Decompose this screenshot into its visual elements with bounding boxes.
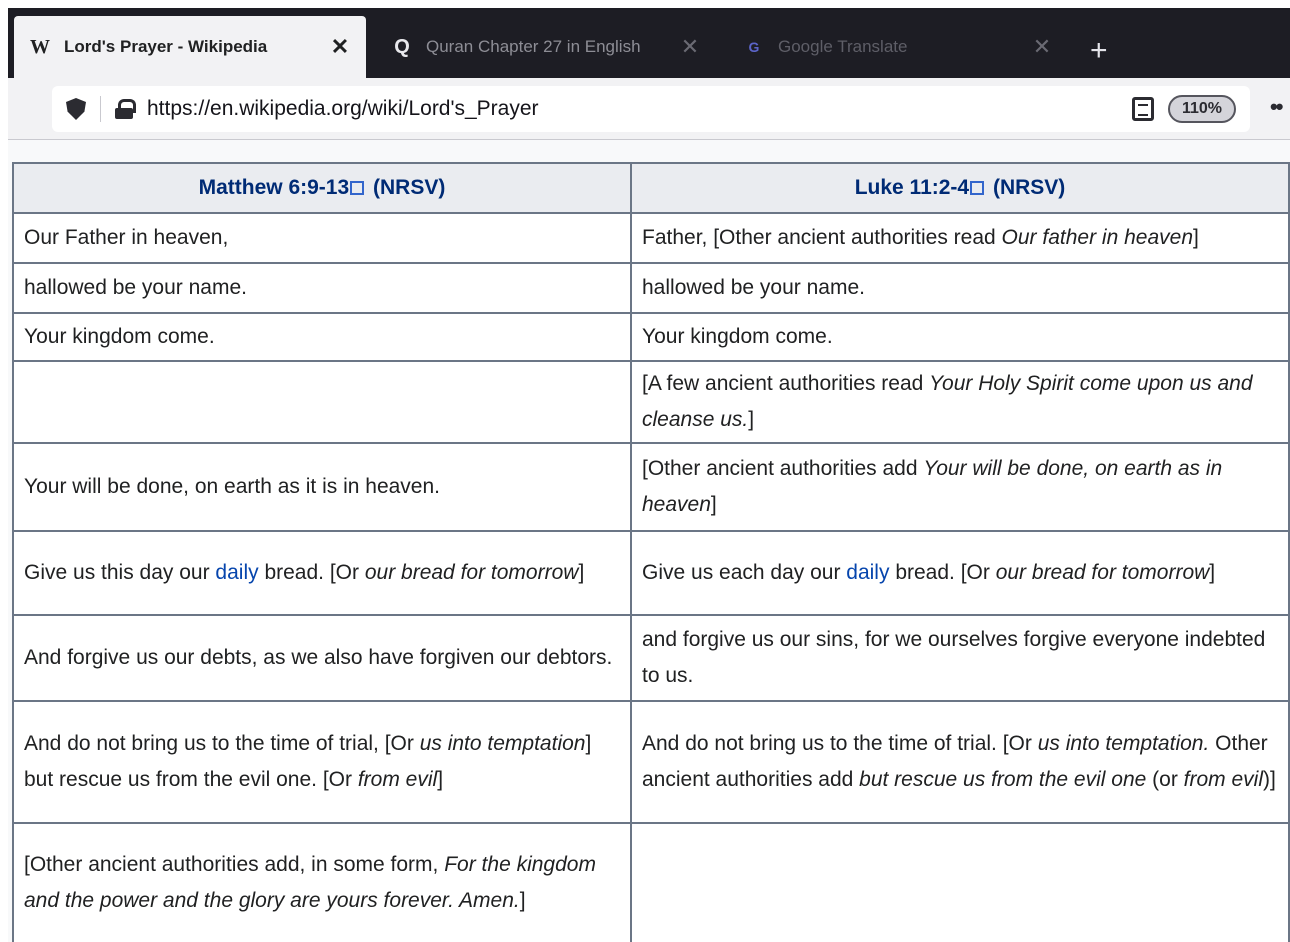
luke-cell: [A few ancient authorities read Your Hol… — [630, 360, 1290, 444]
external-link-icon — [350, 181, 365, 195]
matthew-cell: Your kingdom come. — [12, 312, 632, 362]
cell-text: ] — [710, 493, 717, 516]
matthew-cell: [Other ancient authorities add, in some … — [12, 822, 632, 942]
cell-text: [Other ancient authorities add — [642, 457, 924, 480]
close-icon[interactable]: ✕ — [678, 34, 702, 60]
reader-mode-icon[interactable] — [1131, 97, 1154, 121]
cell-text: ] — [578, 561, 585, 584]
tab-quran[interactable]: Q Quran Chapter 27 in English ✕ — [376, 16, 716, 78]
header-luke: Luke 11:2-4 (NRSV) — [630, 162, 1290, 214]
tab-title: Quran Chapter 27 in English — [426, 37, 641, 56]
table-row: [A few ancient authorities read Your Hol… — [12, 360, 1290, 444]
cell-text: And do not bring us to the time of trial… — [642, 732, 1038, 755]
matthew-cell — [12, 360, 632, 444]
tab-google-translate[interactable]: G Google Translate ✕ — [728, 16, 1068, 78]
table-body: Our Father in heaven, Father, [Other anci… — [12, 212, 1290, 942]
cell-text: hallowed be your name. — [642, 276, 865, 299]
quran-favicon-icon: Q — [394, 35, 410, 58]
url-text[interactable]: https://en.wikipedia.org/wiki/Lord's_Pra… — [147, 97, 1118, 121]
cell-text: Give us each day our — [642, 561, 847, 584]
navigation-bar: https://en.wikipedia.org/wiki/Lord's_Pra… — [8, 78, 1290, 140]
italic-text: our bread for tomorrow — [995, 561, 1210, 584]
close-icon[interactable]: ✕ — [328, 34, 352, 60]
header-matthew-version: (NRSV) — [373, 176, 446, 199]
matthew-cell: hallowed be your name. — [12, 262, 632, 314]
wikipedia-favicon-icon: W — [30, 35, 50, 58]
page-content: Matthew 6:9-13 (NRSV) Luke 11:2-4 (NRSV)… — [8, 140, 1290, 942]
cell-text: Your kingdom come. — [642, 325, 833, 348]
table-row: hallowed be your name. hallowed be your n… — [12, 262, 1290, 314]
header-luke-link[interactable]: Luke 11:2-4 — [855, 176, 969, 199]
italic-text: but rescue us from the evil one — [859, 768, 1147, 791]
cell-text: Give us this day our — [24, 561, 216, 584]
luke-cell: Your kingdom come. — [630, 312, 1290, 362]
header-matthew-link[interactable]: Matthew 6:9-13 — [199, 176, 350, 199]
cell-text: Father, [Other ancient authorities read — [642, 226, 1002, 249]
luke-cell — [630, 822, 1290, 942]
italic-text: us into temptation. — [1037, 732, 1210, 755]
daily-bread-link[interactable]: daily — [215, 561, 258, 584]
cell-text: Your kingdom come. — [24, 325, 215, 348]
table-row: Our Father in heaven, Father, [Other anci… — [12, 212, 1290, 264]
cell-text: [A few ancient authorities read — [642, 372, 930, 395]
lock-icon[interactable] — [115, 99, 136, 119]
cell-text: ] — [1209, 561, 1216, 584]
italic-text: from evil — [357, 768, 438, 791]
cell-text: Our Father in heaven, — [24, 226, 229, 249]
tab-title: Lord's Prayer - Wikipedia — [64, 37, 268, 56]
table-row: And do not bring us to the time of trial… — [12, 700, 1290, 824]
cell-text: )] — [1263, 768, 1276, 791]
luke-cell: Father, [Other ancient authorities read … — [630, 212, 1290, 264]
cell-text: bread. [Or — [258, 561, 365, 584]
cell-text: ] — [437, 768, 444, 791]
matthew-cell: And do not bring us to the time of trial… — [12, 700, 632, 824]
italic-text: our bread for tomorrow — [364, 561, 579, 584]
cell-text: ] — [519, 889, 526, 912]
cell-text: bread. [Or — [889, 561, 996, 584]
tab-lords-prayer[interactable]: W Lord's Prayer - Wikipedia ✕ — [14, 16, 366, 78]
table-row: And forgive us our debts, as we also hav… — [12, 614, 1290, 702]
tab-strip: W Lord's Prayer - Wikipedia ✕ Q Quran Ch… — [8, 8, 1290, 78]
cell-text: ] — [748, 408, 755, 431]
cell-text: (or — [1146, 768, 1184, 791]
luke-cell: Give us each day our daily bread. [Or ou… — [630, 530, 1290, 616]
table-row: Your kingdom come. Your kingdom come. — [12, 312, 1290, 362]
italic-text: from evil — [1183, 768, 1264, 791]
new-tab-button[interactable]: + — [1090, 36, 1108, 66]
italic-text: us into temptation — [419, 732, 586, 755]
address-bar[interactable]: https://en.wikipedia.org/wiki/Lord's_Pra… — [52, 86, 1250, 132]
daily-bread-link[interactable]: daily — [846, 561, 889, 584]
zoom-level-button[interactable]: 110% — [1167, 95, 1236, 123]
tab-title: Google Translate — [778, 37, 908, 56]
external-link-icon — [970, 181, 985, 195]
cell-text: And forgive us our debts, as we also hav… — [24, 646, 613, 669]
matthew-cell: Your will be done, on earth as it is in … — [12, 442, 632, 532]
table-header-row: Matthew 6:9-13 (NRSV) Luke 11:2-4 (NRSV) — [12, 162, 1290, 214]
luke-cell: and forgive us our sins, for we ourselve… — [630, 614, 1290, 702]
cell-text: ] — [1193, 226, 1199, 249]
lords-prayer-comparison-table: Matthew 6:9-13 (NRSV) Luke 11:2-4 (NRSV)… — [12, 162, 1290, 942]
luke-cell: hallowed be your name. — [630, 262, 1290, 314]
header-matthew: Matthew 6:9-13 (NRSV) — [12, 162, 632, 214]
cell-text: and forgive us our sins, for we ourselve… — [642, 628, 1266, 687]
translate-favicon-icon: G — [748, 39, 760, 55]
italic-text: Our father in heaven — [1001, 226, 1193, 249]
close-icon[interactable]: ✕ — [1030, 34, 1054, 60]
matthew-cell: And forgive us our debts, as we also hav… — [12, 614, 632, 702]
header-luke-version: (NRSV) — [992, 176, 1066, 199]
cell-text: [Other ancient authorities add, in some … — [24, 853, 445, 876]
cell-text: And do not bring us to the time of trial… — [24, 732, 420, 755]
divider — [100, 96, 101, 122]
luke-cell: [Other ancient authorities add Your will… — [630, 442, 1290, 532]
cell-text: hallowed be your name. — [24, 276, 247, 299]
table-row: Give us this day our daily bread. [Or ou… — [12, 530, 1290, 616]
shield-icon[interactable] — [66, 98, 86, 120]
cell-text: Your will be done, on earth as it is in … — [24, 475, 440, 498]
luke-cell: And do not bring us to the time of trial… — [630, 700, 1290, 824]
matthew-cell: Our Father in heaven, — [12, 212, 632, 264]
table-row: [Other ancient authorities add, in some … — [12, 822, 1290, 942]
matthew-cell: Give us this day our daily bread. [Or ou… — [12, 530, 632, 616]
table-row: Your will be done, on earth as it is in … — [12, 442, 1290, 532]
overflow-menu-icon[interactable]: •• — [1270, 94, 1283, 120]
